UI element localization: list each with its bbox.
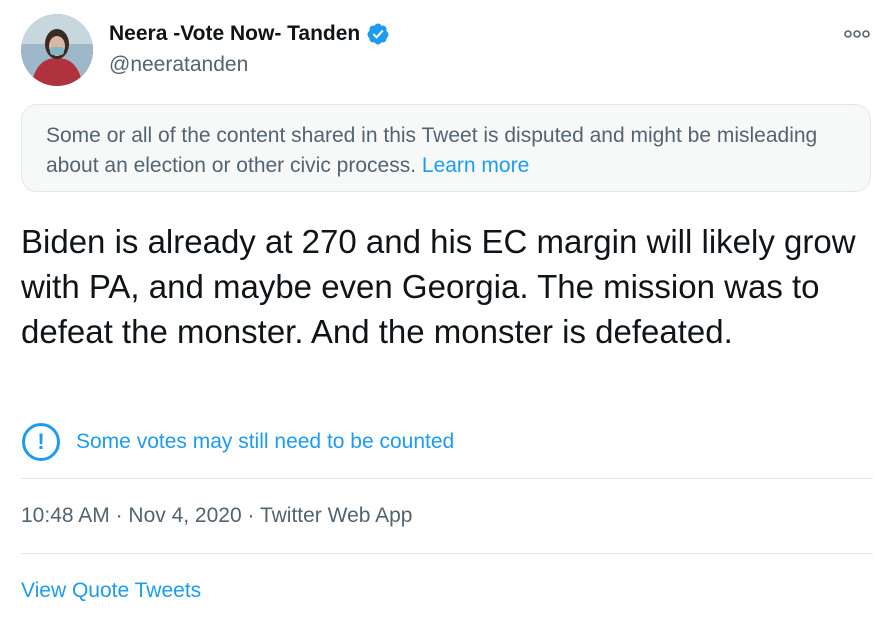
divider bbox=[21, 553, 873, 554]
meta-separator: · bbox=[109, 504, 129, 527]
author-handle[interactable]: @neeratanden bbox=[109, 53, 248, 77]
author-name-text: Neera -Vote Now- Tanden bbox=[109, 22, 361, 45]
tweet-text: Biden is already at 270 and his EC margi… bbox=[21, 223, 856, 350]
election-label[interactable]: ! Some votes may still need to be counte… bbox=[22, 422, 454, 462]
tweet-date[interactable]: Nov 4, 2020 bbox=[128, 504, 241, 527]
election-label-text[interactable]: Some votes may still need to be counted bbox=[76, 430, 454, 454]
divider bbox=[21, 478, 873, 479]
tweet-metadata: 10:48 AM · Nov 4, 2020 · Twitter Web App bbox=[21, 504, 412, 528]
tweet-time[interactable]: 10:48 AM bbox=[21, 504, 110, 527]
exclamation-circle-icon: ! bbox=[22, 423, 60, 461]
disputed-content-notice: Some or all of the content shared in thi… bbox=[21, 104, 871, 192]
author-display-name[interactable]: Neera -Vote Now- Tanden bbox=[109, 22, 390, 46]
view-quote-tweets-link[interactable]: View Quote Tweets bbox=[21, 579, 201, 603]
avatar[interactable] bbox=[21, 14, 93, 86]
tweet-source[interactable]: Twitter Web App bbox=[260, 504, 413, 527]
verified-badge-icon bbox=[367, 23, 389, 45]
profile-photo bbox=[21, 14, 93, 86]
learn-more-link[interactable]: Learn more bbox=[422, 154, 529, 177]
more-options-icon[interactable] bbox=[843, 26, 871, 42]
meta-separator: · bbox=[241, 504, 260, 527]
